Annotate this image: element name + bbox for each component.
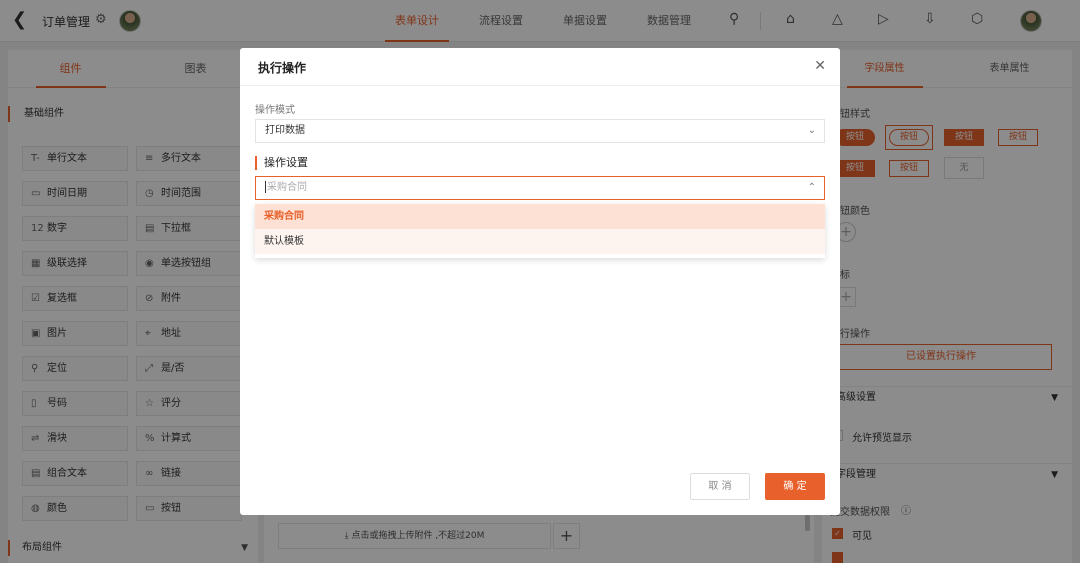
mode-label: 操作模式 <box>255 105 295 116</box>
dialog-title: 执行操作 <box>258 61 307 75</box>
exec-operation-dialog: 执行操作 ✕ 操作模式 打印数据 ⌄ 操作设置 采购合同 ⌃ 采购合同 默认模板… <box>240 48 840 515</box>
chevron-down-icon: ⌄ <box>807 125 816 136</box>
template-select[interactable]: 采购合同 ⌃ <box>255 176 825 200</box>
mode-select[interactable]: 打印数据 ⌄ <box>255 119 825 143</box>
cancel-button[interactable]: 取 消 <box>690 473 750 500</box>
close-icon[interactable]: ✕ <box>814 58 826 74</box>
chevron-up-icon: ⌃ <box>807 182 816 193</box>
option-default-template[interactable]: 默认模板 <box>255 229 825 254</box>
confirm-button[interactable]: 确 定 <box>765 473 825 500</box>
template-dropdown: 采购合同 默认模板 <box>255 204 825 258</box>
settings-section-label: 操作设置 <box>255 156 308 170</box>
option-purchase-contract[interactable]: 采购合同 <box>255 204 825 229</box>
